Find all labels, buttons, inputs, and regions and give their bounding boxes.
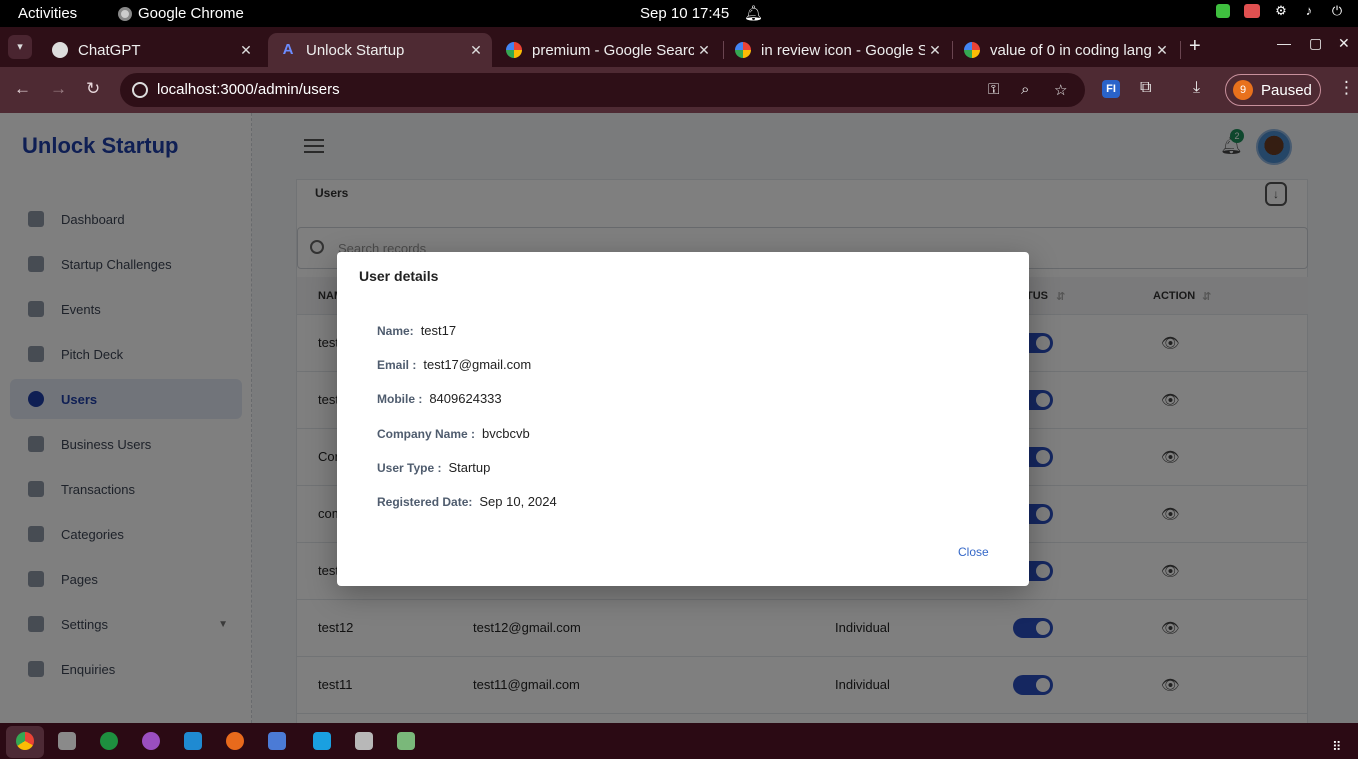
back-arrow-icon[interactable]: ← — [14, 79, 31, 99]
skype-icon[interactable] — [313, 732, 331, 750]
files-icon[interactable] — [58, 732, 76, 750]
browser-toolbar: ← → ↻ localhost:3000/admin/users ⚿ ⌕ ☆ F… — [0, 67, 1358, 113]
tab-title: Unlock Startup — [306, 41, 405, 59]
detail-mobile: Mobile : 8409624333 — [377, 391, 502, 406]
detail-label: Mobile : — [377, 392, 423, 406]
new-tab-plus-icon[interactable]: + — [1189, 35, 1201, 58]
unlock-startup-favicon-icon: A — [282, 41, 294, 58]
detail-value: Sep 10, 2024 — [479, 494, 557, 509]
google-favicon-icon — [735, 42, 751, 58]
vscode-icon[interactable] — [184, 732, 202, 750]
tab-title: in review icon - Google Search — [761, 41, 925, 59]
network-icon[interactable]: ⚙︎ — [1274, 4, 1288, 18]
tab-value-of-0-search[interactable]: value of 0 in coding language ✕ — [952, 33, 1178, 67]
mongodb-compass-icon[interactable] — [100, 732, 118, 750]
close-tab-icon[interactable]: ✕ — [925, 42, 945, 59]
close-window-icon[interactable]: ✕ — [1338, 35, 1350, 52]
detail-email: Email : test17@gmail.com — [377, 357, 531, 372]
close-tab-icon[interactable]: ✕ — [1152, 42, 1172, 59]
shield-check-icon[interactable] — [1216, 4, 1230, 18]
tab-unlock-startup[interactable]: A Unlock Startup ✕ — [268, 33, 492, 67]
detail-label: Email : — [377, 358, 417, 372]
detail-label: User Type : — [377, 461, 442, 475]
chrome-icon — [118, 6, 132, 21]
volume-icon[interactable]: ♪ — [1302, 4, 1316, 18]
tab-premium-search[interactable]: premium - Google Search ✕ — [494, 33, 720, 67]
tab-title: value of 0 in coding language — [990, 41, 1152, 59]
extension-fi-icon[interactable]: FI — [1102, 80, 1120, 98]
app-menu[interactable]: Google Chrome — [118, 5, 244, 22]
system-top-bar: Activities Google Chrome Sep 10 17:45 🔔︎… — [0, 0, 1358, 27]
chrome-menu-icon[interactable]: ⋮ — [1338, 78, 1355, 98]
clock[interactable]: Sep 10 17:45 — [640, 5, 729, 22]
profile-paused-button[interactable]: 9 Paused — [1225, 74, 1321, 106]
detail-value: Startup — [448, 460, 491, 475]
chatgpt-favicon-icon — [52, 42, 68, 58]
detail-value: test17 — [420, 323, 457, 338]
tab-chatgpt[interactable]: ChatGPT ✕ — [40, 33, 262, 67]
detail-name: Name: test17 — [377, 323, 456, 338]
address-bar[interactable]: localhost:3000/admin/users ⚿ ⌕ ☆ — [120, 73, 1085, 107]
bookmark-star-icon[interactable]: ☆ — [1054, 81, 1067, 99]
anydesk-icon[interactable] — [1244, 4, 1260, 18]
detail-label: Registered Date: — [377, 495, 473, 509]
activities-button[interactable]: Activities — [18, 5, 77, 22]
forward-arrow-icon[interactable]: → — [50, 79, 67, 99]
extensions-puzzle-icon[interactable]: ⧉ — [1140, 79, 1151, 97]
close-tab-icon[interactable]: ✕ — [236, 42, 256, 59]
close-tab-icon[interactable]: ✕ — [694, 42, 714, 59]
trash-icon[interactable] — [397, 732, 415, 750]
firefox-icon[interactable] — [226, 732, 244, 750]
tab-separator — [1180, 41, 1181, 59]
url-text[interactable]: localhost:3000/admin/users — [157, 81, 340, 98]
tab-in-review-icon-search[interactable]: in review icon - Google Search ✕ — [723, 33, 951, 67]
reload-icon[interactable]: ↻ — [86, 79, 100, 99]
text-editor-icon[interactable] — [268, 732, 286, 750]
password-key-icon[interactable]: ⚿ — [988, 81, 999, 98]
close-tab-icon[interactable]: ✕ — [466, 42, 486, 59]
github-desktop-icon[interactable] — [142, 732, 160, 750]
detail-value: 8409624333 — [429, 391, 502, 406]
detail-label: Company Name : — [377, 427, 476, 441]
detail-company-name: Company Name : bvcbcvb — [377, 426, 530, 441]
detail-value: test17@gmail.com — [423, 357, 532, 372]
drive-icon[interactable] — [355, 732, 373, 750]
dialog-title: User details — [359, 268, 439, 284]
minimize-window-icon[interactable]: — — [1277, 35, 1291, 51]
downloads-icon[interactable]: ⤓ — [1193, 79, 1200, 97]
google-favicon-icon — [964, 42, 980, 58]
detail-registered-date: Registered Date: Sep 10, 2024 — [377, 494, 557, 509]
taskbar-dock — [0, 723, 1358, 759]
site-info-icon[interactable] — [132, 82, 148, 98]
zoom-icon[interactable]: ⌕ — [1021, 81, 1029, 98]
tab-title: ChatGPT — [78, 41, 141, 59]
maximize-window-icon[interactable]: ▢ — [1309, 35, 1322, 52]
detail-value: bvcbcvb — [482, 426, 530, 441]
app-menu-label: Google Chrome — [138, 5, 244, 22]
power-icon[interactable]: ⏻ — [1330, 4, 1344, 18]
google-favicon-icon — [506, 42, 522, 58]
tab-search-chevron-icon[interactable]: ▾ — [8, 35, 32, 59]
detail-label: Name: — [377, 324, 414, 338]
profile-status-label: Paused — [1261, 81, 1312, 99]
chrome-icon[interactable] — [16, 732, 34, 750]
browser-tab-strip: ▾ ChatGPT ✕ A Unlock Startup ✕ premium -… — [0, 27, 1358, 67]
close-button[interactable]: Close — [958, 545, 989, 559]
tab-title: premium - Google Search — [532, 41, 694, 59]
profile-avatar: 9 — [1233, 80, 1253, 100]
show-apps-grid-icon[interactable]: ⠿ — [1332, 739, 1342, 755]
detail-user-type: User Type : Startup — [377, 460, 490, 475]
system-tray[interactable]: ⚙︎ ♪ ⏻ — [1216, 4, 1344, 18]
user-details-dialog: User details Name: test17 Email : test17@g… — [337, 252, 1029, 586]
alarm-bell-icon: 🔔︎ — [744, 5, 764, 22]
